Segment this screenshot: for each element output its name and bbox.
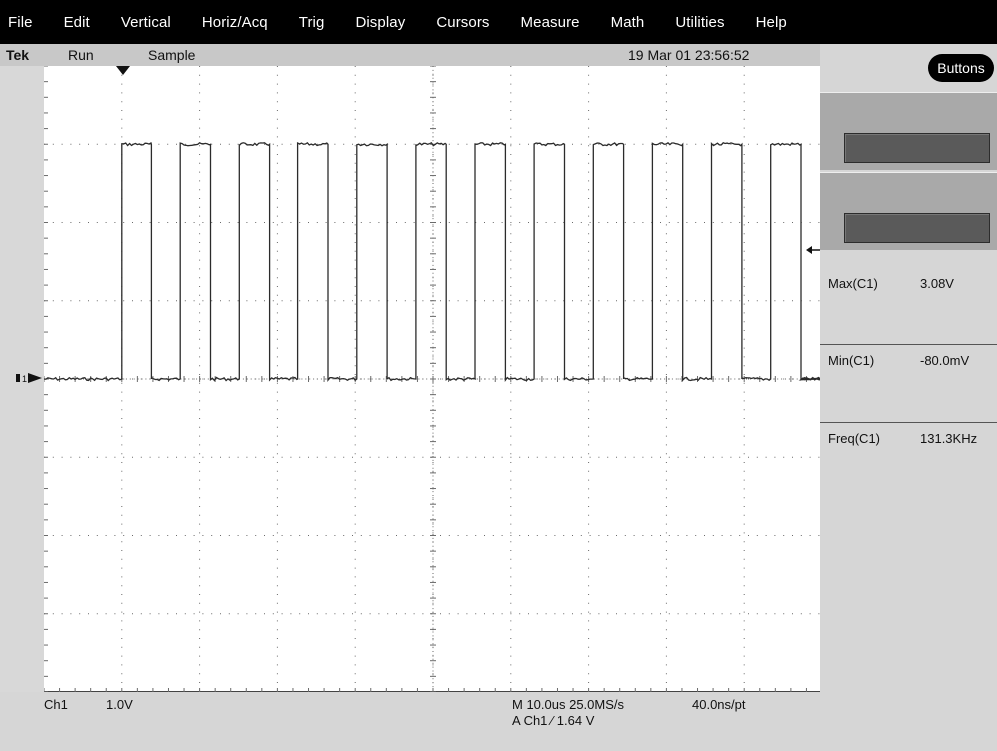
datetime-label: 19 Mar 01 23:56:52 xyxy=(628,47,750,63)
measurement-divider xyxy=(820,344,997,345)
ch1-waveform-trace xyxy=(44,141,822,383)
menu-edit[interactable]: Edit xyxy=(62,10,92,35)
measurement-label: Freq(C1) xyxy=(828,431,881,446)
menu-trig[interactable]: Trig xyxy=(297,10,327,35)
trigger-position-triangle-icon[interactable] xyxy=(116,66,130,76)
measurement-value: 3.08V xyxy=(920,276,954,291)
menu-bar: File Edit Vertical Horiz/Acq Trig Displa… xyxy=(0,0,997,44)
acquisition-mode-label: Sample xyxy=(148,47,196,63)
channel1-ground-arrow-icon[interactable]: 1 xyxy=(16,373,42,383)
measurement-label: Min(C1) xyxy=(828,353,875,368)
side-button-2[interactable] xyxy=(844,213,990,243)
side-button-frame-2 xyxy=(820,172,997,250)
record-resolution-label: 40.0ns/pt xyxy=(692,697,746,712)
menu-help[interactable]: Help xyxy=(754,10,789,35)
measurement-value: 131.3KHz xyxy=(920,431,978,446)
trigger-readout-label[interactable]: A Ch1 ∕ 1.64 V xyxy=(512,713,594,728)
oscilloscope-app: File Edit Vertical Horiz/Acq Trig Displa… xyxy=(0,0,997,751)
status-bar: Tek Run Sample 19 Mar 01 23:56:52 xyxy=(0,44,820,66)
menu-vertical[interactable]: Vertical xyxy=(119,10,173,35)
measurement-divider xyxy=(820,422,997,423)
buttons-toggle-button[interactable]: Buttons xyxy=(928,54,994,82)
svg-text:1: 1 xyxy=(22,374,27,383)
menu-display[interactable]: Display xyxy=(353,10,407,35)
waveform-display[interactable] xyxy=(44,66,822,692)
graticule-svg xyxy=(44,66,822,692)
volts-per-div-label[interactable]: 1.0V xyxy=(106,697,133,712)
channel-label[interactable]: Ch1 xyxy=(44,697,68,712)
side-button-1[interactable] xyxy=(844,133,990,163)
side-panel: Buttons Max(C1) 3.08V Min(C1) -80.0mV Fr… xyxy=(820,44,997,751)
menu-cursors[interactable]: Cursors xyxy=(434,10,491,35)
measurement-value: -80.0mV xyxy=(920,353,970,368)
bottom-readout-bar: Ch1 1.0V M 10.0us 25.0MS/s 40.0ns/pt A C… xyxy=(0,692,820,751)
side-button-frame-1 xyxy=(820,92,997,170)
menu-measure[interactable]: Measure xyxy=(519,10,582,35)
menu-math[interactable]: Math xyxy=(609,10,647,35)
menu-horiz-acq[interactable]: Horiz/Acq xyxy=(200,10,270,35)
brand-label: Tek xyxy=(6,47,30,63)
run-state-label: Run xyxy=(68,47,94,63)
menu-file[interactable]: File xyxy=(6,10,35,35)
measurement-label: Max(C1) xyxy=(828,276,878,291)
timebase-label[interactable]: M 10.0us 25.0MS/s xyxy=(512,697,624,712)
menu-utilities[interactable]: Utilities xyxy=(673,10,726,35)
